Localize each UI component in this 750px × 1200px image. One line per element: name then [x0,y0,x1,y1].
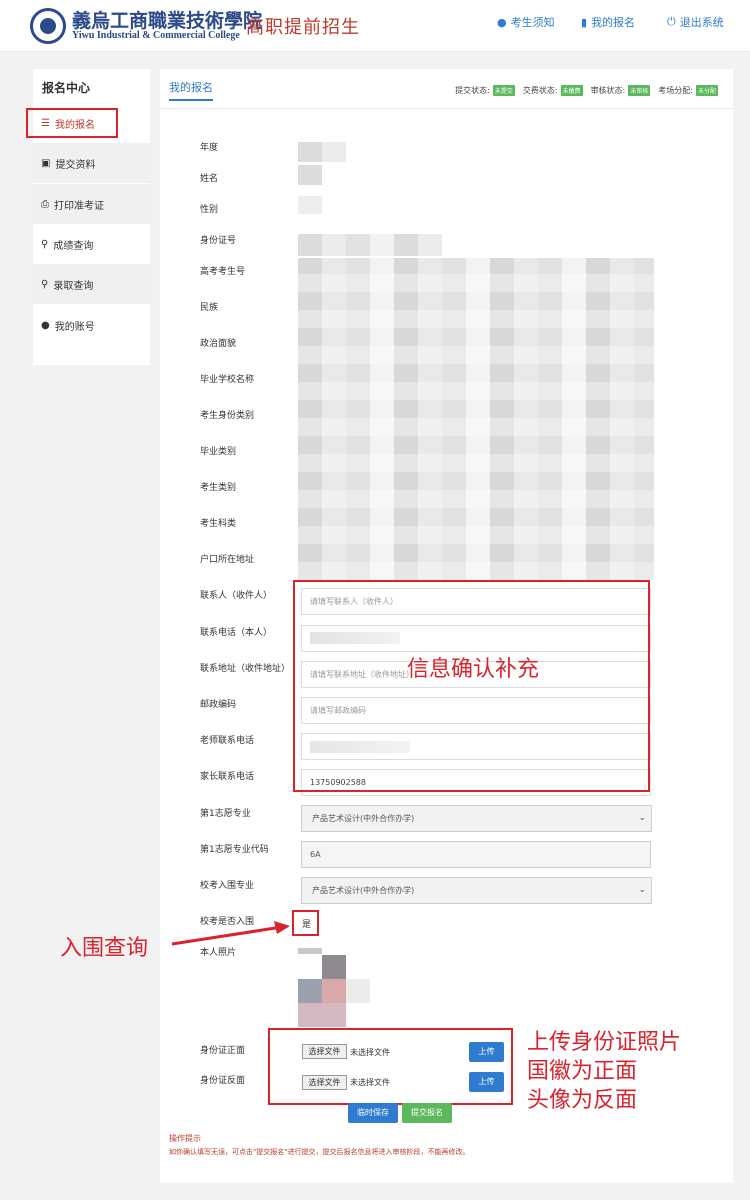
field-label: 身份证正面 [200,1046,246,1056]
sidebar-item-label: 成绩查询 [53,240,94,252]
tip-title: 操作提示 [169,1134,201,1143]
field-label: 高考考生号 [200,267,246,277]
sidebar-item-admission-query[interactable]: ⚲ 录取查询 [33,264,150,304]
school-name-cn: 義烏工商職業技術學院 [72,10,263,32]
annotation-arrow [171,921,290,946]
field-label: 年度 [200,143,219,153]
annotation-box-shortlist [292,910,319,936]
field-label: 老师联系电话 [200,736,255,746]
print-icon: ⎙ [41,198,49,210]
field-label: 考生身份类别 [200,411,255,421]
annotation-box-info [293,580,650,792]
select-value: 产品艺术设计(中外合作办学) [312,814,415,823]
chevron-down-icon: ⌄ [638,885,646,895]
search-icon: ⚲ [41,278,49,290]
blurred-values-block [298,258,654,580]
page-title: 高职提前招生 [246,17,360,38]
field-label: 联系地址（收件地址） [200,664,291,674]
blurred-value-name [298,165,322,185]
annotation-shortlist-text: 入围查询 [60,936,149,961]
submit-registration-button[interactable]: 提交报名 [402,1103,452,1123]
field-label: 第1志愿专业代码 [200,845,269,855]
nav-label: 考生须知 [510,16,555,29]
field-label: 家长联系电话 [200,772,255,782]
major1-code-field: 6A [301,841,651,868]
sidebar-title: 报名中心 [42,81,91,95]
info-icon: ● [497,15,507,29]
field-label: 政治面貌 [200,339,237,349]
field-label: 考生科类 [200,519,237,529]
sidebar-item-submit-docs[interactable]: ▣ 提交资料 [33,143,150,183]
field-label: 第1志愿专业 [200,809,251,819]
nav-my-registration[interactable]: ▮ 我的报名 [581,14,635,30]
blurred-value-gender [298,196,322,214]
status-badge: 未提交 [492,85,515,96]
field-label: 身份证反面 [200,1076,246,1086]
tab-bar: 我的报名 提交状态: 未提交 交费状态: 未缴费 审核状态: 未审核 考场分配: 未分配 [160,69,733,109]
annotation-box-my-registration [26,108,118,138]
field-label: 身份证号 [200,236,237,246]
status-badge: 未分配 [695,85,718,96]
nav-label: 我的报名 [591,16,636,29]
sidebar-item-label: 录取查询 [53,280,94,292]
sidebar-item-print-ticket[interactable]: ⎙ 打印准考证 [33,184,150,224]
field-label: 毕业学校名称 [200,375,255,385]
annotation-box-id-upload [268,1028,513,1105]
top-header: 義烏工商職業技術學院 Yiwu Industrial & Commercial … [0,0,750,52]
status-badge: 未缴费 [560,85,583,96]
sidebar-item-label: 打印准考证 [54,200,104,212]
annotation-id-line2: 国徽为正面 [527,1059,638,1084]
nav-exam-notice[interactable]: ● 考生须知 [497,14,555,30]
shortlist-major-select[interactable]: 产品艺术设计(中外合作办学) ⌄ [301,877,652,904]
nav-label: 退出系统 [679,16,724,29]
status-badge: 未审核 [628,85,651,96]
field-label: 考生类别 [200,483,237,493]
college-logo [30,8,66,44]
tab-my-registration[interactable]: 我的报名 [169,79,213,101]
bar-chart-icon: ▮ [581,15,588,29]
field-label: 联系电话（本人） [200,628,273,638]
blurred-value-year [298,142,346,162]
user-icon: ● [41,319,50,331]
status-area: 提交状态: 未提交 交费状态: 未缴费 审核状态: 未审核 考场分配: 未分配 [455,85,723,96]
field-label: 邮政编码 [200,700,237,710]
sidebar-item-score-query[interactable]: ⚲ 成绩查询 [33,224,150,264]
status-label: 审核状态: [590,86,626,95]
blurred-value-id [298,234,442,256]
field-label: 户口所在地址 [200,555,255,565]
status-label: 考场分配: [658,86,693,95]
field-label: 性别 [200,205,219,215]
major1-select[interactable]: 产品艺术设计(中外合作办学) ⌄ [301,805,652,832]
annotation-id-line1: 上传身份证照片 [527,1030,682,1055]
annotation-info-text: 信息确认补充 [407,657,540,682]
tip-text: 如你确认填写无误，可点击"提交报名"进行提交，提交后报名信息将进入审核阶段，不能… [169,1148,470,1156]
sidebar-item-label: 提交资料 [55,159,96,171]
status-label: 提交状态: [455,86,490,95]
field-label: 姓名 [200,174,219,184]
chevron-down-icon: ⌄ [638,813,646,823]
field-label: 校考入围专业 [200,881,255,891]
search-icon: ⚲ [41,238,49,250]
sidebar-item-label: 我的账号 [54,321,95,333]
field-label: 联系人（收件人） [200,591,273,601]
annotation-id-line3: 头像为反面 [527,1088,638,1113]
status-label: 交费状态: [522,86,558,95]
field-label: 毕业类别 [200,447,237,457]
sidebar-item-my-account[interactable]: ● 我的账号 [33,305,150,345]
nav-logout[interactable]: ⏻ 退出系统 [667,14,724,30]
save-draft-button[interactable]: 临时保存 [348,1103,398,1123]
select-value: 产品艺术设计(中外合作办学) [312,886,415,895]
school-name-en: Yiwu Industrial & Commercial College [72,30,240,41]
power-icon: ⏻ [667,15,676,28]
film-icon: ▣ [41,157,51,169]
field-label: 民族 [200,303,219,313]
